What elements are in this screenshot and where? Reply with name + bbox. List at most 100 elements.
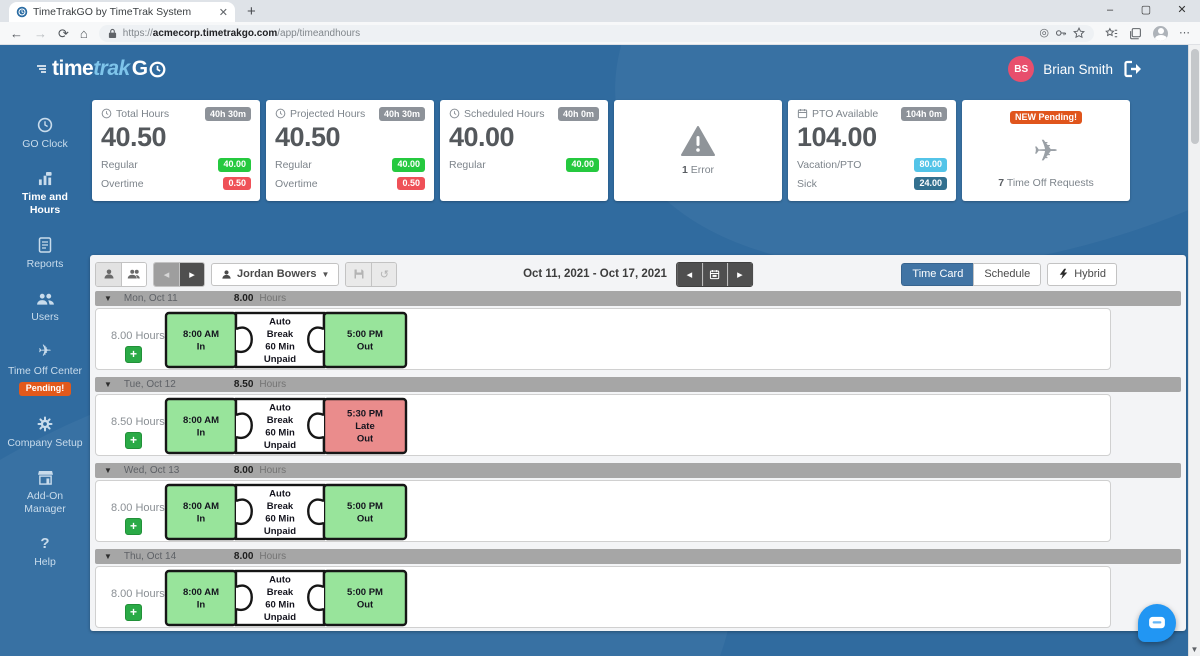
multi-user-button[interactable] bbox=[121, 262, 146, 286]
window-restore-button[interactable]: ▢ bbox=[1128, 0, 1164, 22]
hybrid-view-button[interactable]: Hybrid bbox=[1047, 262, 1117, 286]
favorites-bar-icon[interactable] bbox=[1105, 27, 1118, 40]
previous-user-button[interactable]: ◂ bbox=[154, 262, 179, 286]
day-header[interactable]: ▼ Wed, Oct 13 8.00 Hours bbox=[95, 463, 1181, 478]
sidebar-item-company-setup[interactable]: Company Setup bbox=[0, 406, 90, 460]
undo-button[interactable]: ↺ bbox=[371, 262, 397, 286]
chat-widget-button[interactable] bbox=[1138, 604, 1176, 642]
day-hours-word: Hours bbox=[259, 551, 287, 562]
new-tab-button[interactable]: + bbox=[247, 3, 256, 20]
time-card-view-button[interactable]: Time Card bbox=[901, 262, 974, 286]
puzzle-socket-left bbox=[235, 498, 253, 526]
day-header[interactable]: ▼ Mon, Oct 11 8.00 Hours bbox=[95, 291, 1181, 306]
punch-in-piece[interactable] bbox=[164, 311, 238, 369]
collections-icon[interactable] bbox=[1129, 27, 1142, 40]
schedule-view-button[interactable]: Schedule bbox=[973, 262, 1042, 286]
chevron-down-icon[interactable]: ▼ bbox=[104, 380, 112, 389]
add-punch-button[interactable]: + bbox=[125, 346, 142, 363]
svg-text:Break: Break bbox=[267, 415, 294, 426]
back-icon[interactable]: ← bbox=[10, 27, 23, 40]
password-key-icon[interactable] bbox=[1055, 27, 1067, 39]
calendar-picker-button[interactable] bbox=[701, 262, 727, 286]
punch-out-piece[interactable] bbox=[322, 483, 408, 541]
refresh-icon[interactable]: ⟳ bbox=[58, 27, 69, 40]
user-select-dropdown[interactable]: Jordan Bowers ▼ bbox=[211, 262, 340, 286]
logo-clock-o-icon bbox=[149, 61, 166, 78]
day-date: Thu, Oct 14 bbox=[123, 551, 177, 562]
sidebar-nav: GO Clock Time and Hours Reports Users ✈ Time … bbox=[0, 93, 90, 656]
browser-profile-avatar[interactable] bbox=[1153, 25, 1168, 41]
chevron-down-icon[interactable]: ▼ bbox=[104, 552, 112, 561]
punch-in-piece[interactable] bbox=[164, 483, 238, 541]
user-menu[interactable]: BS Brian Smith bbox=[1008, 56, 1144, 82]
sidebar-item-help[interactable]: ? Help bbox=[0, 526, 90, 579]
sidebar-item-reports[interactable]: Reports bbox=[0, 227, 90, 281]
location-icon[interactable]: ◎ bbox=[1039, 27, 1049, 39]
day-total-hours: 8.00 Hours bbox=[111, 588, 165, 600]
error-text: 1 Error bbox=[681, 164, 715, 176]
add-punch-button[interactable]: + bbox=[125, 432, 142, 449]
day-date: Wed, Oct 13 bbox=[123, 465, 180, 476]
svg-text:In: In bbox=[197, 342, 206, 353]
day-rows: ▼ Mon, Oct 11 8.00 Hours 8.00 Hours + 8:00 AM… bbox=[95, 291, 1181, 631]
punch-in-piece[interactable] bbox=[164, 397, 238, 455]
address-bar[interactable]: https://acmecorp.timetrakgo.com/app/time… bbox=[98, 24, 1094, 42]
svg-text:5:30 PM: 5:30 PM bbox=[347, 409, 383, 420]
page-scrollbar[interactable]: ▼ bbox=[1188, 45, 1200, 656]
single-user-button[interactable] bbox=[96, 262, 121, 286]
punch-puzzle: 8:00 AM In Auto Break 60 MinUnpaid 5:00 PM Out bbox=[164, 569, 408, 627]
favorite-star-icon[interactable] bbox=[1073, 27, 1085, 39]
row-label: Regular bbox=[449, 158, 486, 171]
day-header[interactable]: ▼ Tue, Oct 12 8.50 Hours bbox=[95, 377, 1181, 392]
add-punch-button[interactable]: + bbox=[125, 518, 142, 535]
punch-puzzle: 8:00 AM In Auto Break 60 MinUnpaid 5:30 PMLat… bbox=[164, 397, 408, 455]
svg-text:5:00 PM: 5:00 PM bbox=[347, 501, 383, 512]
timecard-panel: ◂ ▸ Jordan Bowers ▼ ↺ Oct 11, 2021 - Oct… bbox=[90, 255, 1186, 631]
punch-in-piece[interactable] bbox=[164, 569, 238, 627]
overtime-badge: 0.50 bbox=[397, 176, 425, 191]
svg-text:60 Min: 60 Min bbox=[265, 428, 295, 439]
time-off-requests-card[interactable]: NEW Pending! ✈ 7 Time Off Requests bbox=[962, 100, 1130, 201]
timecard-toolbar: ◂ ▸ Jordan Bowers ▼ ↺ Oct 11, 2021 - Oct… bbox=[95, 261, 1181, 287]
sidebar-item-time-off-center[interactable]: ✈ Time Off Center Pending! bbox=[0, 334, 90, 406]
error-card[interactable]: 1 Error bbox=[614, 100, 782, 201]
scrollbar-thumb[interactable] bbox=[1191, 49, 1199, 144]
sidebar-item-add-on-manager[interactable]: Add-On Manager bbox=[0, 460, 90, 526]
report-icon bbox=[6, 237, 84, 254]
punch-out-piece[interactable] bbox=[322, 311, 408, 369]
svg-text:8:00 AM: 8:00 AM bbox=[183, 329, 219, 340]
day-hours-word: Hours bbox=[259, 465, 287, 476]
sidebar-item-go-clock[interactable]: GO Clock bbox=[0, 107, 90, 161]
svg-text:Break: Break bbox=[267, 329, 294, 340]
day-date: Mon, Oct 11 bbox=[123, 293, 178, 304]
window-close-button[interactable]: ✕ bbox=[1164, 0, 1200, 22]
next-user-button[interactable]: ▸ bbox=[179, 262, 204, 286]
day-card: 8.50 Hours + 8:00 AM In Auto Break 60 Min Unpa… bbox=[95, 394, 1111, 456]
browser-menu-icon[interactable]: ⋯ bbox=[1179, 27, 1190, 39]
new-pending-badge: NEW Pending! bbox=[1010, 110, 1082, 125]
sidebar-item-time-and-hours[interactable]: Time and Hours bbox=[0, 161, 90, 227]
logo-text-trak: trak bbox=[93, 57, 130, 80]
logout-icon[interactable] bbox=[1122, 59, 1144, 79]
day-header[interactable]: ▼ Thu, Oct 14 8.00 Hours bbox=[95, 549, 1181, 564]
browser-tab[interactable]: TimeTrakGO by TimeTrak System ✕ bbox=[9, 2, 235, 22]
day-row: ▼ Tue, Oct 12 8.50 Hours 8.50 Hours + 8:00 AM… bbox=[95, 377, 1181, 456]
card-value: 40.50 bbox=[275, 121, 341, 152]
chevron-down-icon[interactable]: ▼ bbox=[104, 466, 112, 475]
save-button[interactable] bbox=[346, 262, 372, 286]
scrollbar-down-arrow[interactable]: ▼ bbox=[1189, 645, 1200, 654]
forward-icon[interactable]: → bbox=[34, 27, 47, 40]
home-icon[interactable]: ⌂ bbox=[80, 27, 88, 40]
sidebar-item-users[interactable]: Users bbox=[0, 282, 90, 334]
svg-text:Unpaid: Unpaid bbox=[264, 526, 296, 537]
user-avatar[interactable]: BS bbox=[1008, 56, 1035, 82]
punch-out-piece[interactable] bbox=[322, 569, 408, 627]
tab-close-icon[interactable]: ✕ bbox=[219, 6, 228, 19]
svg-text:60 Min: 60 Min bbox=[265, 342, 295, 353]
window-minimize-button[interactable]: – bbox=[1092, 0, 1128, 22]
next-week-button[interactable]: ▸ bbox=[726, 262, 752, 286]
chevron-down-icon[interactable]: ▼ bbox=[104, 294, 112, 303]
svg-text:Out: Out bbox=[357, 342, 374, 353]
previous-week-button[interactable]: ◂ bbox=[676, 262, 702, 286]
add-punch-button[interactable]: + bbox=[125, 604, 142, 621]
